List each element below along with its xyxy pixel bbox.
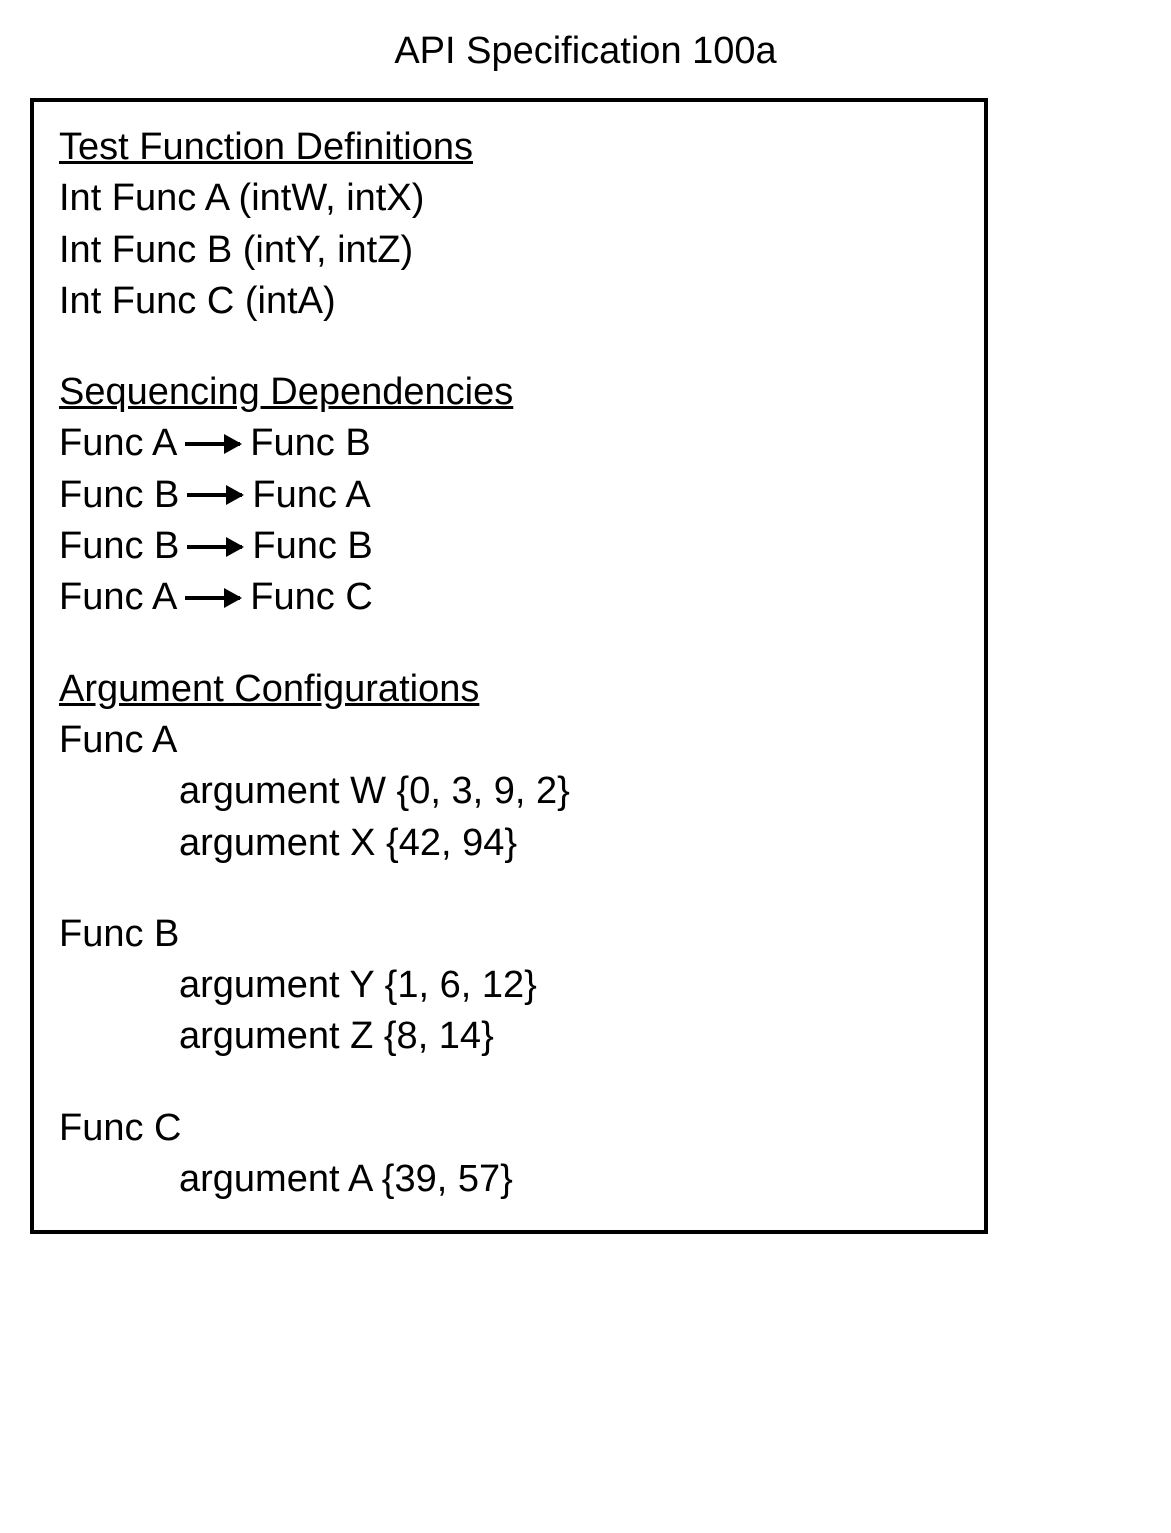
- test-function-def: Int Func B (intY, intZ): [59, 225, 959, 276]
- arg-line: argument Z {8, 14}: [179, 1011, 959, 1062]
- dep-to: Func B: [250, 418, 370, 469]
- dependency-row: Func B Func A: [59, 470, 959, 521]
- arg-line: argument X {42, 94}: [179, 818, 959, 869]
- arg-line: argument A {39, 57}: [179, 1154, 959, 1205]
- dependency-row: Func A Func C: [59, 572, 959, 623]
- arg-func-name: Func C: [59, 1103, 959, 1154]
- arg-line: argument Y {1, 6, 12}: [179, 960, 959, 1011]
- page-title: API Specification 100a: [30, 30, 1141, 73]
- arg-func-name: Func A: [59, 715, 959, 766]
- test-function-def: Int Func C (intA): [59, 276, 959, 327]
- dep-from: Func B: [59, 521, 179, 572]
- test-function-def: Int Func A (intW, intX): [59, 173, 959, 224]
- arg-line: argument W {0, 3, 9, 2}: [179, 766, 959, 817]
- dep-from: Func A: [59, 572, 177, 623]
- dep-to: Func A: [252, 470, 370, 521]
- dep-from: Func A: [59, 418, 177, 469]
- arg-func-name: Func B: [59, 909, 959, 960]
- dependency-row: Func A Func B: [59, 418, 959, 469]
- arrow-icon: [187, 545, 242, 549]
- arrow-icon: [185, 442, 240, 446]
- dep-from: Func B: [59, 470, 179, 521]
- arrow-icon: [185, 596, 240, 600]
- sequencing-heading: Sequencing Dependencies: [59, 367, 959, 418]
- dependency-row: Func B Func B: [59, 521, 959, 572]
- spec-box: Test Function Definitions Int Func A (in…: [30, 98, 988, 1234]
- dep-to: Func B: [252, 521, 372, 572]
- arguments-heading: Argument Configurations: [59, 664, 959, 715]
- test-functions-heading: Test Function Definitions: [59, 122, 959, 173]
- arrow-icon: [187, 493, 242, 497]
- dep-to: Func C: [250, 572, 372, 623]
